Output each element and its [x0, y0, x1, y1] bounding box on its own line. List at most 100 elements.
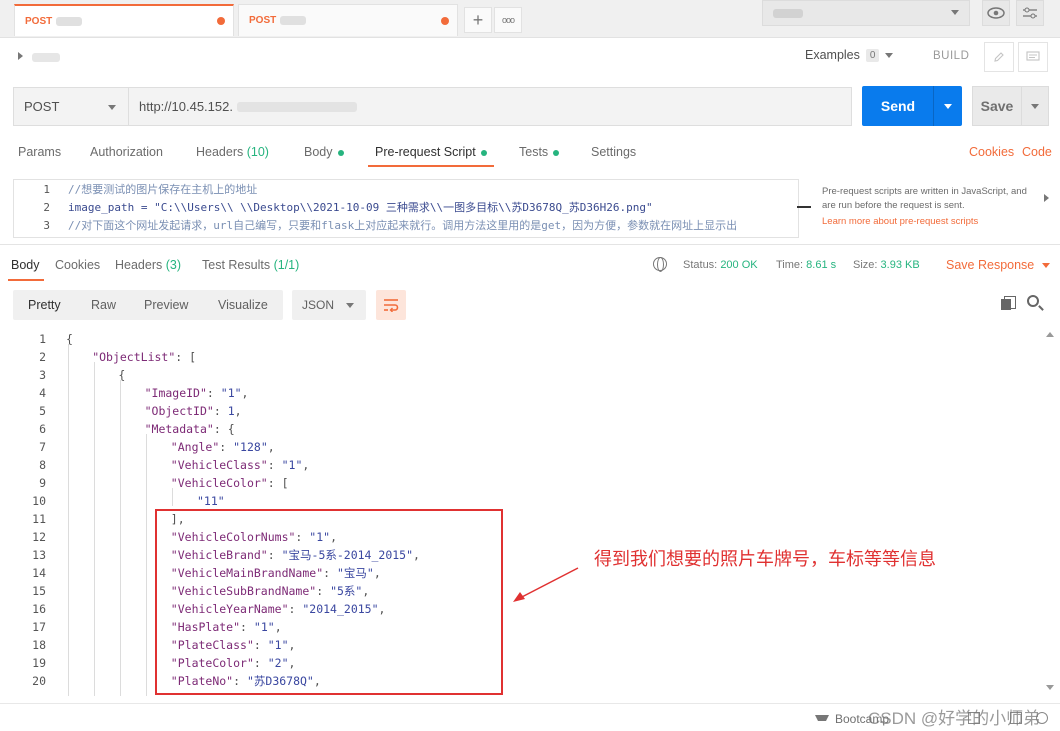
breadcrumb: Examples 0 BUILD	[0, 38, 1060, 78]
tab-headers[interactable]: Headers (10)	[196, 145, 269, 159]
json-token: ,	[241, 386, 249, 400]
json-token: "Angle"	[170, 440, 220, 454]
line-number: 9	[39, 476, 46, 490]
tab-tests[interactable]: Tests	[519, 145, 560, 159]
highlight-box	[155, 509, 503, 695]
collapse-arrow-icon[interactable]	[1044, 194, 1049, 202]
save-options-button[interactable]	[1021, 86, 1049, 126]
json-line: 1{	[0, 330, 1040, 348]
chevron-down-icon	[1042, 262, 1051, 268]
save-response-button[interactable]: Save Response	[946, 258, 1051, 272]
json-token: :	[213, 404, 228, 418]
request-tabs: Params Authorization Headers (10) Body P…	[0, 140, 1060, 167]
unsaved-dot-icon	[217, 17, 225, 25]
tab-authorization[interactable]: Authorization	[90, 145, 163, 159]
send-options-button[interactable]	[933, 86, 962, 126]
examples-dropdown[interactable]: Examples 0	[805, 48, 894, 62]
request-name-redacted	[32, 53, 60, 62]
line-number: 14	[32, 566, 46, 580]
view-visualize-button[interactable]: Visualize	[218, 298, 268, 312]
chevron-down-icon	[885, 52, 894, 58]
send-button[interactable]: Send	[862, 86, 934, 126]
eye-icon	[987, 7, 1005, 19]
sliders-icon	[1023, 7, 1037, 19]
cookies-link[interactable]: Cookies	[969, 145, 1014, 159]
json-token: "VehicleColor"	[170, 476, 268, 490]
comments-button[interactable]	[1018, 42, 1048, 72]
line-number: 1	[39, 332, 46, 346]
url-redacted	[236, 101, 357, 112]
tab-test-results[interactable]: Test Results (1/1)	[202, 258, 299, 272]
line-number: 20	[32, 674, 46, 688]
wrap-lines-button[interactable]	[376, 290, 406, 320]
line-number: 13	[32, 548, 46, 562]
globe-icon[interactable]	[653, 257, 667, 272]
json-token-group: "Metadata": {	[145, 420, 235, 438]
tab-settings[interactable]: Settings	[591, 145, 636, 159]
json-line: 4 "ImageID": "1",	[0, 384, 1040, 402]
json-token: : [	[267, 476, 289, 490]
line-number: 11	[32, 512, 46, 526]
tab-pre-request-script[interactable]: Pre-request Script	[375, 145, 487, 159]
line-number: 16	[32, 602, 46, 616]
view-pretty-button[interactable]: Pretty	[28, 298, 61, 312]
json-token-group: "Angle": "128",	[171, 438, 275, 456]
scroll-down-icon[interactable]	[1046, 685, 1054, 690]
response-size: Size: 3.93 KB	[853, 259, 920, 271]
tab-response-cookies[interactable]: Cookies	[55, 258, 100, 272]
line-number: 19	[32, 656, 46, 670]
line-number: 15	[32, 584, 46, 598]
line-number: 3	[39, 368, 46, 382]
code-link[interactable]: Code	[1022, 145, 1052, 159]
annotation-arrow-icon	[513, 567, 579, 602]
editor-scrollbar[interactable]	[797, 206, 811, 208]
json-line: 8 "VehicleClass": "1",	[0, 456, 1040, 474]
manage-environments-button[interactable]	[1016, 0, 1044, 26]
response-scrollbar[interactable]	[1044, 330, 1056, 696]
line-number: 18	[32, 638, 46, 652]
search-icon[interactable]	[1027, 295, 1039, 307]
json-token: 1	[227, 404, 235, 418]
line-number: 12	[32, 530, 46, 544]
ellipsis-icon: ooo	[501, 15, 515, 25]
annotation-text: 得到我们想要的照片车牌号，车标等等信息	[594, 549, 936, 570]
build-label[interactable]: BUILD	[933, 50, 969, 62]
json-token-group: "VehicleClass": "1",	[171, 456, 310, 474]
http-method-select[interactable]: POST	[13, 87, 129, 126]
environment-quick-look-button[interactable]	[982, 0, 1010, 26]
copy-icon[interactable]	[1001, 296, 1016, 310]
status-dot-icon	[337, 149, 344, 156]
view-mode-group: Pretty Raw Preview Visualize	[13, 290, 283, 320]
format-select[interactable]: JSON	[292, 290, 366, 320]
json-token: : [	[175, 350, 197, 364]
save-button[interactable]: Save	[972, 86, 1022, 126]
code-line: 3//对下面这个网址发起请求，url自己编写，只要和flask上对应起来就行。调…	[43, 219, 738, 232]
environment-select[interactable]	[762, 0, 970, 26]
json-line: 10 "11"	[0, 492, 1040, 510]
json-line: 2 "ObjectList": [	[0, 348, 1040, 366]
view-preview-button[interactable]: Preview	[144, 298, 188, 312]
line-number: 5	[39, 404, 46, 418]
tab-options-button[interactable]: ooo	[494, 7, 522, 33]
pre-request-script-editor[interactable]: 1//想要测试的图片保存在主机上的地址 2 image_path = "C:\\U…	[13, 179, 799, 238]
script-learn-more-link[interactable]: Learn more about pre-request scripts	[822, 216, 978, 227]
response-header: Body Cookies Headers (3) Test Results (1…	[0, 244, 1060, 281]
tab-response-body[interactable]: Body	[11, 258, 40, 272]
tab-params[interactable]: Params	[18, 145, 61, 159]
url-input[interactable]: http://10.45.152.	[128, 87, 852, 126]
request-tab[interactable]: POST	[238, 4, 458, 36]
line-number: 6	[39, 422, 46, 436]
scroll-up-icon[interactable]	[1046, 332, 1054, 337]
json-token: "Metadata"	[144, 422, 214, 436]
unsaved-dot-icon	[441, 16, 449, 25]
edit-button[interactable]	[984, 42, 1014, 72]
json-token: :	[206, 386, 221, 400]
view-raw-button[interactable]: Raw	[91, 298, 116, 312]
tab-response-headers[interactable]: Headers (3)	[115, 258, 181, 272]
tab-body[interactable]: Body	[304, 145, 344, 159]
line-number: 2	[39, 350, 46, 364]
graduation-cap-icon	[815, 715, 829, 723]
request-tab-active[interactable]: POST	[14, 4, 234, 36]
new-tab-button[interactable]: +	[464, 7, 492, 33]
chevron-right-icon[interactable]	[18, 52, 23, 60]
